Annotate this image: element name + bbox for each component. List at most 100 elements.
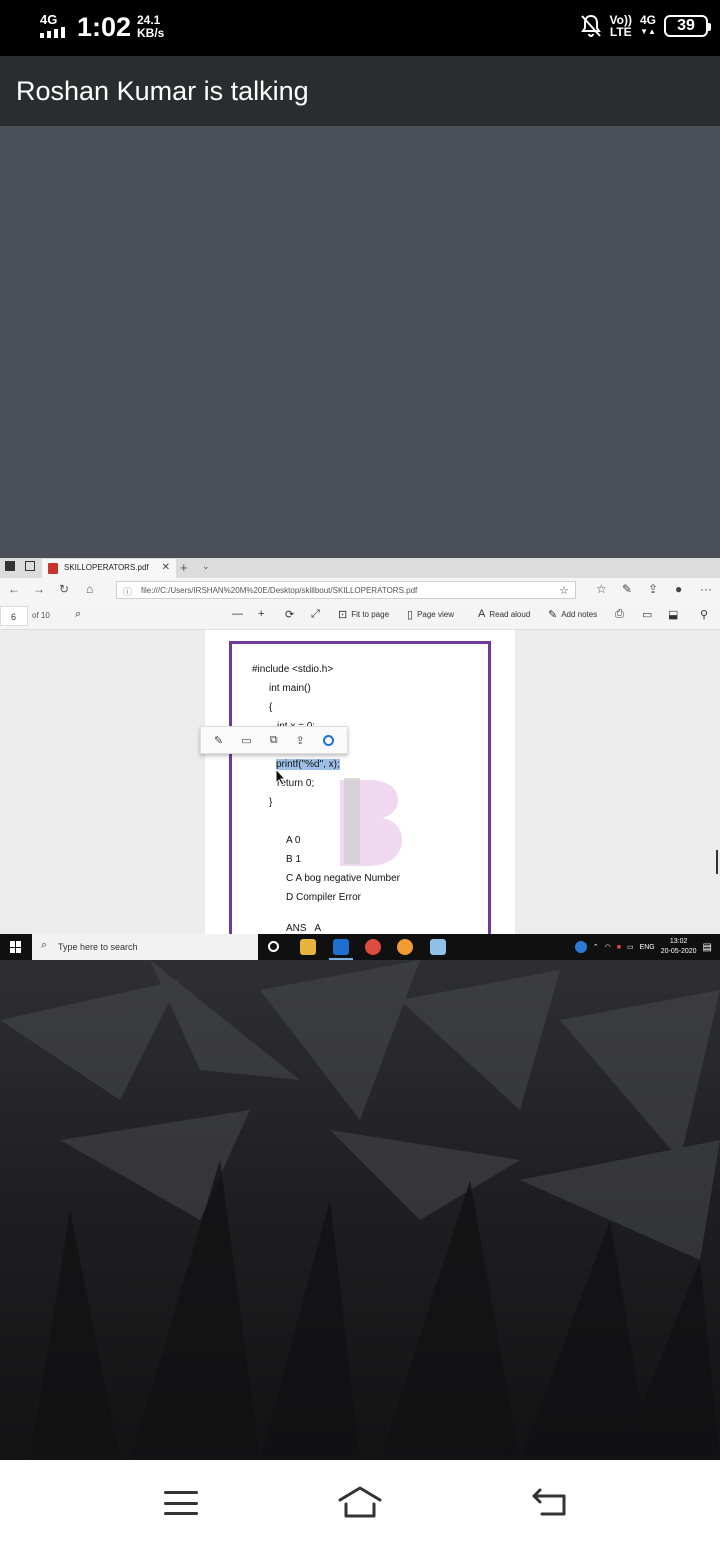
leaf-pattern [0,960,720,1460]
copy-icon[interactable]: ⧉ [270,734,278,747]
language-indicator[interactable]: ENG [640,944,655,951]
window-menu-icon[interactable] [5,561,15,571]
call-banner[interactable]: Roshan Kumar is talking [0,56,720,126]
search-icon[interactable]: ⌕ [75,608,81,621]
print-icon[interactable]: ⎙ [615,608,624,621]
edge-icon[interactable] [333,939,349,955]
system-tray: ⌃ ◠ ■ ▭ ENG 13:02 20-05-2020 ▤ [574,934,720,960]
zoom-out-label: — [232,608,243,620]
help-icon[interactable] [574,941,587,953]
zoom-in-button[interactable]: + [258,608,264,620]
zoom-out-button[interactable]: — [232,608,243,620]
address-bar-row: ← → ↻ ⌂ ⓘ file:///C:/Users/IRSHAN%20M%20… [0,578,720,602]
app-tray-icon[interactable]: ■ [617,944,621,951]
clock-date: 20-05-2020 [660,948,697,955]
code-line: { [269,702,273,713]
save-as-icon[interactable]: ⬓ [668,608,678,621]
profile-icon[interactable]: ● [675,582,682,596]
code-line: int main() [269,683,311,694]
phone-home-icon[interactable] [336,1484,384,1520]
fullscreen-icon[interactable]: ⤢ [311,608,320,621]
watermark-logo [340,778,402,866]
star-icon[interactable]: ☆ [559,584,569,597]
page-view-icon: ▯ [407,609,414,621]
tab-actions-icon[interactable] [25,561,35,571]
chevron-up-icon[interactable]: ⌃ [593,943,599,951]
page-view-button[interactable]: ▯ Page view [407,608,454,621]
shared-screen: SKILLOPERATORS.pdf ✕ + ⌄ ← → ↻ ⌂ ⓘ file:… [0,558,720,960]
url-input[interactable]: ⓘ file:///C:/Users/IRSHAN%20M%20E/Deskto… [116,581,576,599]
browser-tab[interactable]: SKILLOPERATORS.pdf ✕ [42,559,176,578]
signal-icon [40,27,65,38]
save-icon[interactable]: ▭ [642,608,652,621]
volte-bottom: LTE [609,25,632,39]
rotate-icon[interactable]: ⟳ [285,608,294,621]
fit-icon: ⊡ [338,609,348,621]
notepad-icon[interactable] [430,939,446,955]
taskbar-search[interactable]: ⌕ Type here to search [32,934,258,960]
more-icon[interactable]: ··· [700,582,712,596]
cortana-icon[interactable] [268,941,279,952]
video-placeholder [0,126,720,558]
read-aloud-button[interactable]: A Read aloud [478,608,530,620]
battery-tray-icon[interactable]: ▭ [627,943,634,951]
wifi-icon[interactable]: ◠ [605,943,611,951]
search-icon: ⌕ [41,939,48,951]
option-d: D Compiler Error [286,892,362,903]
share-icon[interactable]: ⇪ [648,582,658,596]
menu-icon[interactable] [164,1491,198,1515]
code-line: #include <stdio.h> [252,664,334,675]
phone-back-icon[interactable] [530,1488,568,1518]
new-tab-button[interactable]: + [180,560,188,575]
status-time: 1:02 [77,12,132,42]
favorites-icon[interactable]: ☆ [596,582,607,596]
forward-arrow-icon[interactable]: → [33,582,45,596]
mute-bell-icon [580,14,601,37]
share-icon[interactable]: ⇪ [296,734,305,747]
fit-to-page-label: Fit to page [351,610,390,619]
tab-title: SKILLOPERATORS.pdf [64,563,149,572]
info-icon: ⓘ [123,587,133,597]
pdf-toolbar: 6 of 10 ⌕ — + ⟳ ⤢ ⊡ Fit to page ▯ Page vie… [0,602,720,630]
file-explorer-icon[interactable] [300,939,316,955]
app-icon[interactable] [397,939,413,955]
chevron-down-icon[interactable]: ⌄ [202,561,210,572]
network-speed: 24.1 KB/s [137,14,164,40]
option-b: B 1 [286,854,302,865]
comment-icon[interactable]: ▭ [241,734,251,747]
pdf-viewer: #include <stdio.h> int main() { int x = … [0,630,720,941]
status-bar: 4G 1:02 24.1 KB/s Vo)) LTE 4G ▼▲ 39 [0,0,720,56]
clock-time: 13:02 [669,938,688,945]
highlight-icon[interactable]: ✎ [214,734,223,747]
mobile-data-type: 4G [639,13,656,27]
refresh-icon[interactable]: ↻ [59,582,69,596]
selection-popup: ✎ ▭ ⧉ ⇪ [200,726,348,754]
home-icon[interactable]: ⌂ [86,582,93,596]
windows-logo-icon[interactable] [10,941,22,953]
tab-close-icon[interactable]: ✕ [162,562,170,573]
chrome-icon[interactable] [365,939,381,955]
back-arrow-icon[interactable]: ← [8,582,20,596]
cortana-icon[interactable] [322,734,334,746]
page-number-input[interactable]: 6 [0,606,28,626]
add-notes-icon: ✎ [548,609,558,621]
speed-unit: KB/s [137,26,165,40]
page-count: of 10 [32,611,50,620]
mouse-cursor-icon [275,768,287,786]
browser-tab-bar: SKILLOPERATORS.pdf ✕ + ⌄ [0,558,720,578]
code-line: } [269,797,273,808]
read-aloud-icon: A [478,608,486,620]
pin-icon[interactable]: ⚲ [700,608,708,621]
answer-line: ANS A [286,923,322,934]
pen-icon[interactable]: ✎ [622,582,632,596]
add-notes-button[interactable]: ✎ Add notes [548,608,597,621]
read-aloud-label: Read aloud [489,609,531,619]
network-type: 4G [40,12,58,27]
taskbar-clock[interactable]: 13:02 20-05-2020 [661,937,697,957]
fit-to-page-button[interactable]: ⊡ Fit to page [338,608,389,621]
add-notes-label: Add notes [561,610,598,619]
option-a: A 0 [286,835,301,846]
notification-icon[interactable]: ▤ [703,942,712,953]
scrollbar[interactable] [716,850,718,874]
taskbar-search-placeholder: Type here to search [58,942,138,952]
